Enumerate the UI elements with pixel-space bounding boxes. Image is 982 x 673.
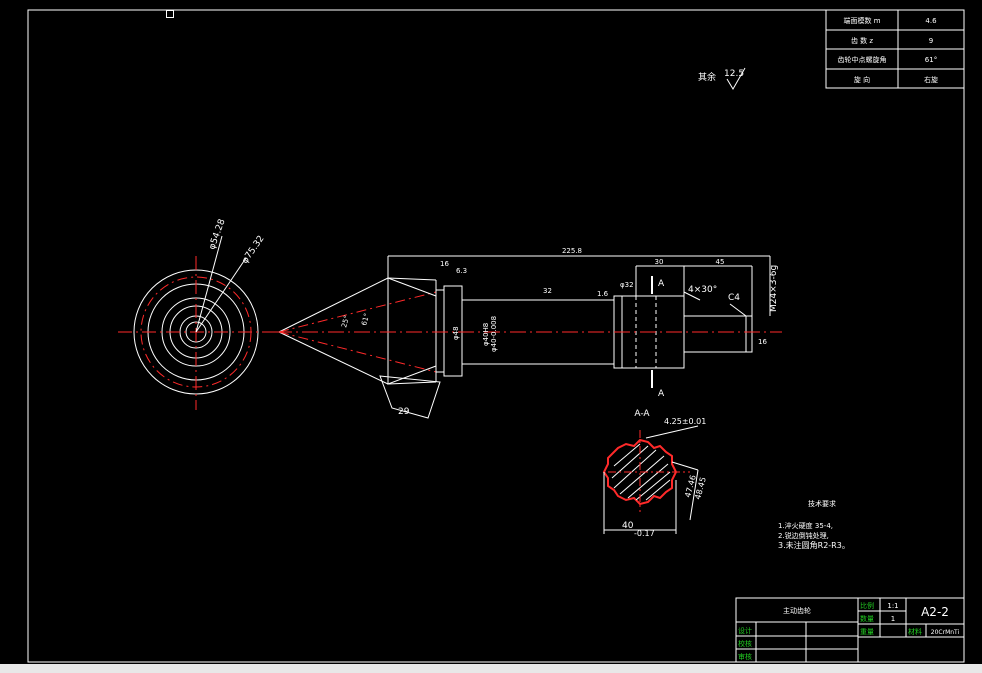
- param-label-2: 齿 数 z: [851, 36, 873, 45]
- cad-drawing-canvas: 端面模数 m 4.6 齿 数 z 9 齿轮中点螺旋角 61° 旋 向 右旋 其余…: [27, 9, 965, 663]
- title-material-value: 20CrMnTi: [931, 629, 960, 636]
- ra-16-top: 16: [440, 260, 449, 268]
- param-label-1: 端面模数 m: [843, 16, 880, 25]
- title-scale-label: 比例: [860, 601, 874, 610]
- param-value-4: 右旋: [924, 75, 938, 84]
- gear-end-view: [118, 235, 276, 410]
- spline-note: 4.25±0.01: [664, 417, 706, 426]
- section-title: A-A: [634, 409, 650, 419]
- param-value-3: 61°: [925, 56, 937, 64]
- title-part-name: 主动齿轮: [783, 606, 811, 615]
- dim-thread: M24×3-6g: [769, 265, 779, 312]
- title-qty-value: 1: [891, 615, 895, 623]
- shaft-side-view: [278, 255, 771, 419]
- spline-width: 40: [622, 521, 634, 531]
- selection-grip[interactable]: [166, 10, 174, 18]
- ra-16-right: 16: [758, 338, 767, 346]
- section-mark-top: A: [658, 279, 665, 289]
- dim-overall-length: 225.8: [562, 247, 582, 255]
- dim-dia-75: φ75.32: [240, 234, 266, 266]
- dim-face-29: 29: [398, 407, 410, 417]
- dim-len-30: 30: [655, 258, 664, 266]
- tech-req-item-2: 2.锐边倒钝处理,: [778, 531, 829, 540]
- title-scale-value: 1:1: [887, 602, 898, 610]
- dim-chamfer: 4×30°: [688, 285, 717, 295]
- title-approver-label: 审核: [738, 652, 752, 661]
- tech-req-item-1: 1.淬火硬度 35-4,: [778, 521, 833, 530]
- tech-req-title: 技术要求: [808, 499, 836, 508]
- title-qty-label: 数量: [860, 614, 874, 623]
- roughness-rest: 其余 12.5: [698, 67, 746, 90]
- title-checker-label: 校核: [738, 639, 752, 648]
- title-designer-label: 设计: [738, 626, 752, 635]
- dim-angle-61: 61°: [360, 312, 371, 326]
- dim-dia-40-h8: φ40H8: [482, 323, 490, 346]
- section-mark-bottom: A: [658, 389, 665, 399]
- status-bar-strip: [0, 664, 982, 673]
- ra-32: 32: [543, 287, 552, 295]
- ra-6-3: 6.3: [456, 267, 467, 275]
- dim-dia-54: φ54.28: [207, 218, 227, 251]
- param-value-1: 4.6: [925, 17, 937, 25]
- title-drawing-no: A2-2: [921, 605, 949, 619]
- ra-1-6: 1.6: [597, 290, 609, 298]
- title-material-label: 材料: [908, 627, 922, 636]
- spline-width-tol: -0.17: [634, 529, 655, 538]
- param-value-2: 9: [929, 37, 933, 45]
- dim-dia-48: φ48: [452, 326, 460, 340]
- svg-text:其余: 其余: [698, 71, 716, 83]
- dim-dia-40-tol: φ40-0.008: [490, 316, 498, 352]
- dim-angle-25: 25°: [340, 314, 351, 328]
- tech-requirements: 技术要求 1.淬火硬度 35-4, 2.锐边倒钝处理, 3.未注圆角R2-R3。: [778, 499, 850, 550]
- section-aa-view: [602, 425, 699, 534]
- param-label-3: 齿轮中点螺旋角: [838, 55, 887, 64]
- tech-req-item-3: 3.未注圆角R2-R3。: [778, 540, 850, 550]
- dim-len-45: 45: [716, 258, 725, 266]
- dim-c4: C4: [728, 293, 740, 303]
- param-label-4: 旋 向: [854, 75, 870, 84]
- title-weight-label: 重量: [860, 628, 874, 636]
- ra-phi-32: φ32: [620, 281, 634, 289]
